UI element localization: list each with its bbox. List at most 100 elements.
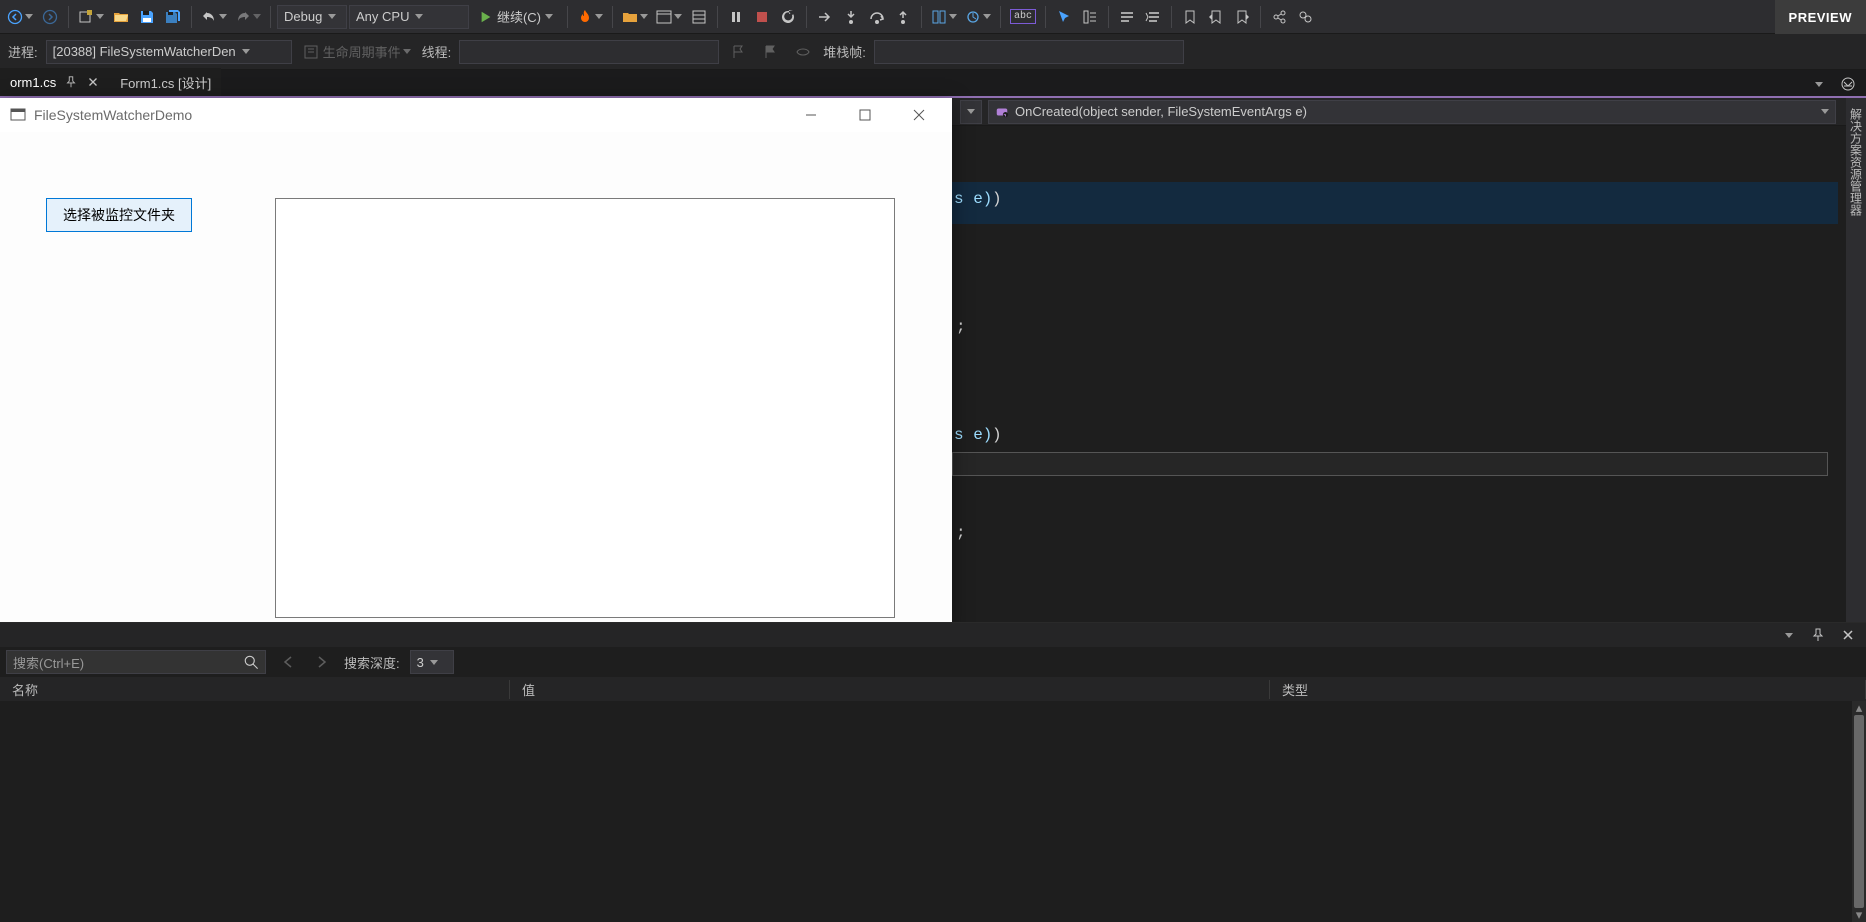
code-frag-2: s e) — [954, 426, 992, 444]
step-out-button[interactable] — [891, 5, 915, 29]
flag-threads-button[interactable] — [727, 40, 751, 64]
member-value: OnCreated(object sender, FileSystemEvent… — [1015, 104, 1307, 119]
main-area: OnCreated(object sender, FileSystemEvent… — [0, 98, 1866, 922]
search-next-button[interactable] — [310, 650, 334, 674]
show-next-button[interactable] — [813, 5, 837, 29]
live-share-button[interactable] — [1267, 5, 1291, 29]
step-over-button[interactable] — [865, 5, 889, 29]
dock-vscroll[interactable]: ▴ ▾ — [1852, 701, 1866, 922]
select-folder-button[interactable]: 选择被监控文件夹 — [46, 198, 192, 232]
locals-search-input[interactable]: 搜索(Ctrl+E) — [6, 650, 266, 674]
dock-vscroll-up-icon[interactable]: ▴ — [1852, 701, 1866, 715]
thread-combo[interactable] — [459, 40, 719, 64]
app-icon — [10, 107, 26, 123]
hot-reload-button[interactable] — [574, 5, 606, 29]
dock-vscroll-thumb[interactable] — [1854, 715, 1864, 908]
process-combo[interactable]: [20388] FileSystemWatcherDen — [46, 40, 292, 64]
tabs-add-button[interactable] — [1836, 72, 1860, 96]
threads-button[interactable] — [791, 40, 815, 64]
new-project-button[interactable] — [75, 5, 107, 29]
restart-button[interactable] — [776, 5, 800, 29]
dock-dropdown-button[interactable] — [1776, 623, 1800, 647]
dock-search-row: 搜索(Ctrl+E) 搜索深度: 3 — [0, 647, 1866, 677]
thread-label: 线程: — [422, 42, 452, 61]
app-body: 选择被监控文件夹 — [0, 132, 952, 633]
app-listbox[interactable] — [275, 198, 895, 618]
scope-combo[interactable] — [960, 100, 982, 124]
dock-vscroll-down-icon[interactable]: ▾ — [1852, 908, 1866, 922]
cursor-button[interactable] — [1052, 5, 1076, 29]
stackframe-label: 堆栈帧: — [823, 42, 866, 61]
depth-combo[interactable]: 3 — [410, 650, 454, 674]
running-app-window: FileSystemWatcherDemo 选择被监控文件夹 — [0, 98, 952, 633]
pin-icon[interactable] — [64, 75, 78, 89]
undo-button[interactable] — [198, 5, 230, 29]
tab-form1-cs[interactable]: orm1.cs — [0, 68, 110, 96]
dock-body[interactable]: ▴ ▾ — [0, 701, 1866, 922]
folder-button[interactable] — [619, 5, 651, 29]
app-maximize-button[interactable] — [842, 99, 888, 131]
nav-fwd-button[interactable] — [38, 5, 62, 29]
dock-pin-button[interactable] — [1806, 623, 1830, 647]
continue-button[interactable]: 继续(C) — [471, 5, 561, 29]
member-combo[interactable]: OnCreated(object sender, FileSystemEvent… — [988, 100, 1836, 124]
save-button[interactable] — [135, 5, 159, 29]
continue-label: 继续(C) — [497, 7, 541, 26]
code-semi-2: ; — [956, 524, 966, 542]
stackframe-combo[interactable] — [874, 40, 1184, 64]
tab-form1-design[interactable]: Form1.cs [设计] — [110, 68, 221, 96]
bottom-dock: 搜索(Ctrl+E) 搜索深度: 3 名称 值 类型 — [0, 622, 1866, 922]
window-layout-button[interactable] — [653, 5, 685, 29]
uncomment-button[interactable] — [1141, 5, 1165, 29]
nav-back-button[interactable] — [4, 5, 36, 29]
trace-button[interactable] — [962, 5, 994, 29]
app-title: FileSystemWatcherDemo — [34, 107, 780, 123]
col-name[interactable]: 名称 — [0, 680, 510, 699]
config-combo[interactable]: Debug — [277, 5, 347, 29]
dock-close-button[interactable] — [1836, 623, 1860, 647]
col-type[interactable]: 类型 — [1270, 680, 1866, 699]
code-frag-1: s e) — [954, 190, 992, 208]
dock-header — [0, 623, 1866, 647]
document-tabs: orm1.cs Form1.cs [设计] — [0, 70, 1866, 98]
stop-button[interactable] — [750, 5, 774, 29]
app-minimize-button[interactable] — [788, 99, 834, 131]
col-value[interactable]: 值 — [510, 680, 1270, 699]
preview-badge: PREVIEW — [1775, 0, 1866, 34]
dock-columns: 名称 值 类型 — [0, 677, 1866, 701]
save-all-button[interactable] — [161, 5, 185, 29]
depth-label: 搜索深度: — [344, 653, 400, 672]
lifecycle-button[interactable]: 生命周期事件 — [300, 40, 414, 64]
code-semi-1: ; — [956, 318, 966, 336]
platform-combo[interactable]: Any CPU — [349, 5, 469, 29]
debug-toolbar: 进程: [20388] FileSystemWatcherDen 生命周期事件 … — [0, 34, 1866, 70]
app-close-button[interactable] — [896, 99, 942, 131]
abc-button[interactable]: abc — [1007, 5, 1039, 29]
close-icon[interactable] — [86, 75, 100, 89]
config-value: Debug — [284, 9, 322, 24]
app-titlebar[interactable]: FileSystemWatcherDemo — [0, 98, 952, 132]
member-navbar: OnCreated(object sender, FileSystemEvent… — [952, 98, 1866, 126]
main-toolbar: Debug Any CPU 继续(C) — [0, 0, 1866, 34]
current-line-box — [952, 452, 1828, 476]
bookmark-button[interactable] — [1178, 5, 1202, 29]
search-prev-button[interactable] — [276, 650, 300, 674]
bookmark-prev-button[interactable] — [1204, 5, 1228, 29]
process-label: 进程: — [8, 42, 38, 61]
comment-button[interactable] — [1115, 5, 1139, 29]
platform-value: Any CPU — [356, 9, 409, 24]
feedback-button[interactable] — [1293, 5, 1317, 29]
properties-button[interactable] — [687, 5, 711, 29]
intellitrace-button[interactable] — [928, 5, 960, 29]
flag2-button[interactable] — [759, 40, 783, 64]
search-icon[interactable] — [243, 654, 261, 672]
redo-button[interactable] — [232, 5, 264, 29]
search-placeholder: 搜索(Ctrl+E) — [13, 653, 84, 672]
tabs-dropdown-button[interactable] — [1806, 72, 1830, 96]
process-value: [20388] FileSystemWatcherDen — [53, 44, 236, 59]
pause-button[interactable] — [724, 5, 748, 29]
open-button[interactable] — [109, 5, 133, 29]
bookmark-next-button[interactable] — [1230, 5, 1254, 29]
step-into-button[interactable] — [839, 5, 863, 29]
outline-code-button[interactable] — [1078, 5, 1102, 29]
